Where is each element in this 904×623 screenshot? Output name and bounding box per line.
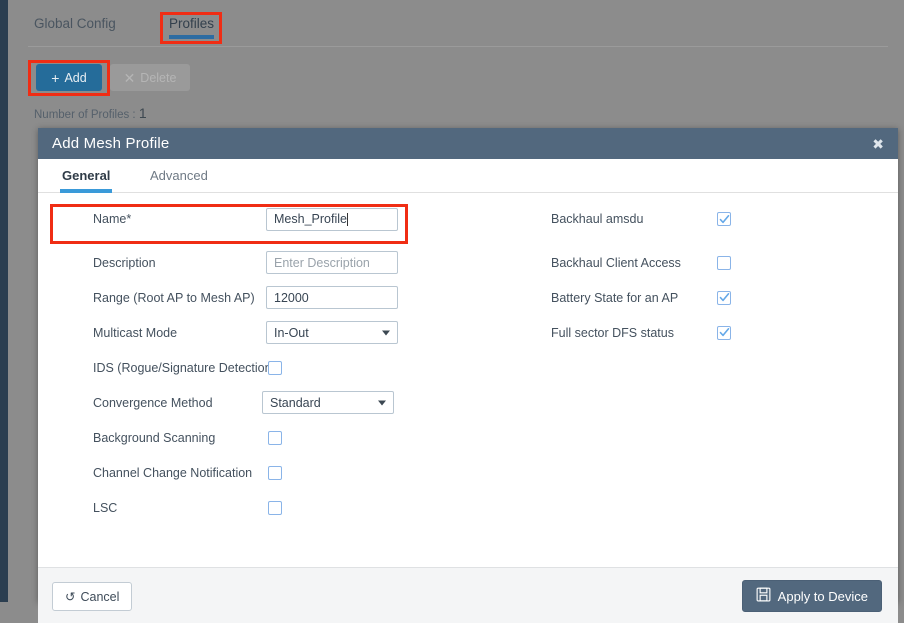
form-column-left: Name* Mesh_Profile Description Enter Des…	[38, 193, 508, 525]
form-column-right: Backhaul amsdu Backhaul Client Access Ba…	[508, 193, 898, 350]
dialog-footer: ↺ Cancel Apply to Device	[38, 567, 898, 623]
chevron-down-icon	[382, 330, 390, 335]
add-button[interactable]: + Add	[36, 64, 102, 91]
close-icon[interactable]: ✖	[872, 137, 884, 151]
convergence-method-select[interactable]: Standard	[262, 391, 394, 414]
tab-advanced[interactable]: Advanced	[150, 168, 208, 183]
convergence-method-value: Standard	[270, 395, 321, 410]
backhaul-amsdu-checkbox[interactable]	[717, 212, 731, 226]
description-input-placeholder: Enter Description	[274, 255, 370, 270]
apply-to-device-label: Apply to Device	[777, 588, 868, 604]
dialog-header: Add Mesh Profile ✖	[38, 128, 898, 159]
check-icon	[719, 214, 729, 223]
field-backhaul-client-access: Backhaul Client Access	[508, 245, 898, 280]
multicast-mode-value: In-Out	[274, 325, 309, 340]
field-battery-state-label: Battery State for an AP	[551, 290, 679, 305]
field-full-sector-dfs: Full sector DFS status	[508, 315, 898, 350]
name-input[interactable]: Mesh_Profile	[266, 207, 398, 231]
field-battery-state: Battery State for an AP	[508, 280, 898, 315]
field-background-scanning-label: Background Scanning	[93, 430, 216, 445]
apply-to-device-button[interactable]: Apply to Device	[741, 580, 882, 612]
check-icon	[719, 293, 729, 302]
delete-button-label: Delete	[140, 70, 177, 85]
field-description: Description Enter Description	[38, 245, 508, 280]
backhaul-client-access-checkbox[interactable]	[717, 255, 731, 270]
text-caret	[346, 212, 348, 226]
profile-count-value: 1	[138, 105, 147, 121]
field-lsc-control	[268, 500, 282, 515]
tab-global-config[interactable]: Global Config	[28, 12, 122, 41]
plus-icon: +	[51, 69, 60, 86]
delete-button: ✕ Delete	[110, 64, 190, 91]
full-sector-dfs-checkbox[interactable]	[717, 325, 731, 340]
tab-profiles-label: Profiles	[169, 16, 215, 31]
field-convergence-method: Convergence Method Standard	[38, 385, 508, 420]
field-full-sector-dfs-label: Full sector DFS status	[551, 325, 674, 340]
field-background-scanning: Background Scanning	[38, 420, 508, 455]
tab-active-underline	[169, 35, 215, 39]
field-channel-change-notification-label: Channel Change Notification	[93, 465, 253, 480]
tab-bar-divider	[28, 46, 888, 47]
battery-state-checkbox[interactable]	[717, 290, 731, 305]
left-nav-rail	[0, 0, 8, 602]
lsc-checkbox[interactable]	[268, 500, 282, 515]
tab-profiles[interactable]: Profiles	[163, 12, 220, 41]
field-description-control: Enter Description	[266, 251, 398, 274]
background-scanning-checkbox[interactable]	[268, 430, 282, 445]
field-lsc: LSC	[38, 490, 508, 525]
field-ids-control	[268, 360, 282, 375]
field-range: Range (Root AP to Mesh AP) 12000	[38, 280, 508, 315]
description-input[interactable]: Enter Description	[266, 251, 398, 274]
tab-global-config-label: Global Config	[34, 16, 116, 31]
field-convergence-method-control: Standard	[262, 391, 394, 414]
field-background-scanning-control	[268, 430, 282, 445]
field-full-sector-dfs-control	[717, 325, 731, 340]
field-description-label: Description	[93, 255, 156, 270]
check-icon	[719, 328, 729, 337]
field-name: Name* Mesh_Profile	[38, 193, 508, 245]
name-input-value: Mesh_Profile	[274, 212, 347, 226]
add-mesh-profile-dialog: Add Mesh Profile ✖ General Advanced Name…	[38, 128, 898, 623]
save-floppy-icon	[756, 587, 771, 605]
tab-general[interactable]: General	[60, 168, 113, 193]
field-multicast-mode: Multicast Mode In-Out	[38, 315, 508, 350]
field-ids-label: IDS (Rogue/Signature Detection)	[93, 360, 276, 375]
dialog-form-body: Name* Mesh_Profile Description Enter Des…	[38, 193, 898, 567]
field-channel-change-notification-control	[268, 465, 282, 480]
field-multicast-mode-control: In-Out	[266, 321, 398, 344]
close-x-icon: ✕	[123, 69, 136, 86]
tab-general-label: General	[62, 168, 111, 183]
profile-count-label: Number of Profiles :	[34, 109, 136, 121]
ids-checkbox[interactable]	[268, 360, 282, 375]
field-channel-change-notification: Channel Change Notification	[38, 455, 508, 490]
range-input[interactable]: 12000	[266, 286, 398, 309]
field-backhaul-amsdu-label: Backhaul amsdu	[551, 212, 644, 226]
field-ids: IDS (Rogue/Signature Detection)	[38, 350, 508, 385]
field-convergence-method-label: Convergence Method	[93, 395, 213, 410]
field-range-label: Range (Root AP to Mesh AP)	[93, 290, 255, 305]
field-battery-state-control	[717, 290, 731, 305]
field-multicast-mode-label: Multicast Mode	[93, 325, 178, 340]
multicast-mode-select[interactable]: In-Out	[266, 321, 398, 344]
field-backhaul-amsdu-control	[717, 212, 731, 226]
range-input-value: 12000	[274, 290, 309, 305]
field-backhaul-client-access-label: Backhaul Client Access	[551, 255, 681, 270]
page-tab-bar: Global Config Profiles	[28, 12, 888, 46]
channel-change-notification-checkbox[interactable]	[268, 465, 282, 480]
tab-advanced-label: Advanced	[150, 168, 208, 183]
dialog-title: Add Mesh Profile	[52, 135, 170, 152]
profile-count: Number of Profiles : 1	[34, 105, 147, 121]
chevron-down-icon	[378, 400, 386, 405]
cancel-button-label: Cancel	[80, 589, 120, 604]
field-lsc-label: LSC	[93, 500, 118, 515]
field-name-label: Name*	[93, 212, 132, 226]
field-backhaul-client-access-control	[717, 255, 731, 270]
field-backhaul-amsdu: Backhaul amsdu	[508, 193, 898, 245]
field-name-control: Mesh_Profile	[266, 207, 398, 231]
field-range-control: 12000	[266, 286, 398, 309]
dialog-tab-bar: General Advanced	[38, 159, 898, 193]
cancel-button[interactable]: ↺ Cancel	[52, 582, 133, 611]
add-button-label: Add	[64, 70, 87, 85]
